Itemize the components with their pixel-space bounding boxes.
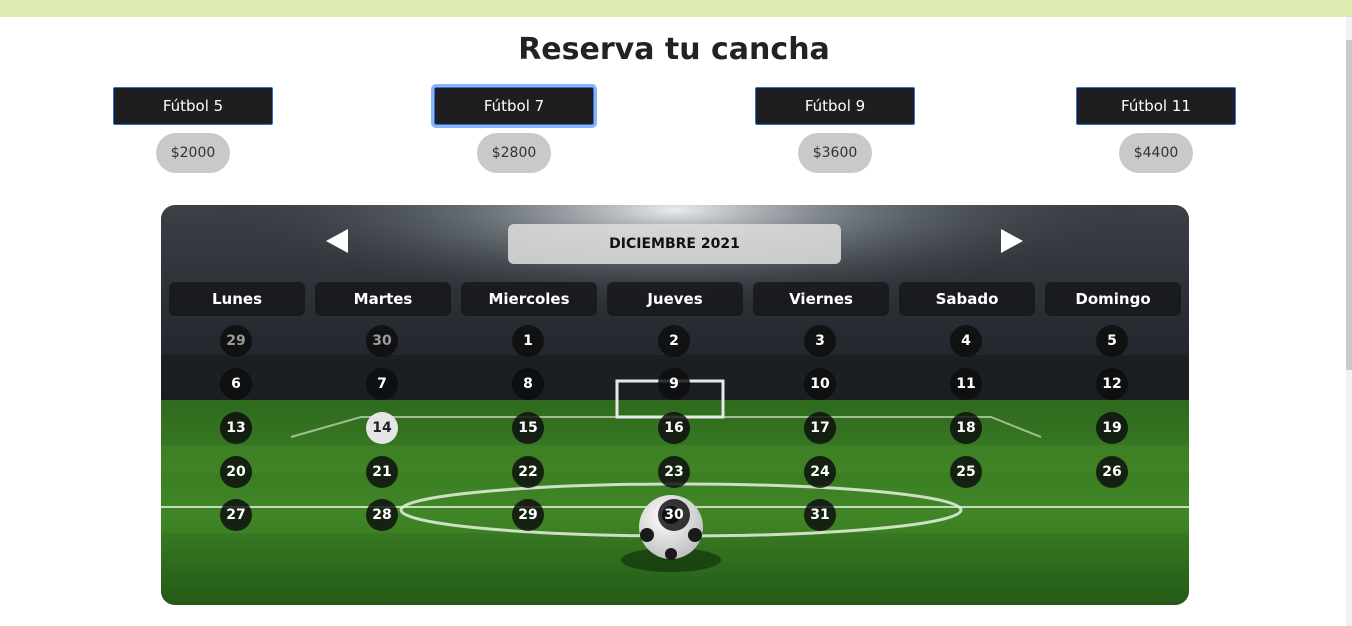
month-label: DICIEMBRE 2021 [508,224,841,264]
calendar-day[interactable]: 5 [1096,325,1128,357]
calendar-panel [161,205,1189,605]
weekday-domingo: Domingo [1045,282,1181,316]
calendar-day[interactable]: 31 [804,499,836,531]
calendar-day[interactable]: 24 [804,456,836,488]
calendar-day[interactable]: 30 [658,499,690,531]
calendar-day[interactable]: 7 [366,368,398,400]
top-bar [0,0,1352,17]
calendar-day[interactable]: 28 [366,499,398,531]
calendar-day[interactable]: 6 [220,368,252,400]
calendar-day[interactable]: 15 [512,412,544,444]
weekday-miercoles: Miercoles [461,282,597,316]
calendar-day[interactable]: 22 [512,456,544,488]
prev-month-icon[interactable] [326,229,348,253]
calendar-day[interactable]: 20 [220,456,252,488]
calendar-day[interactable]: 19 [1096,412,1128,444]
calendar-day-prev-month[interactable]: 29 [220,325,252,357]
soccer-stadium-image [161,205,1189,605]
price-badge-futbol-11: $4400 [1119,133,1193,173]
weekday-viernes: Viernes [753,282,889,316]
page-title: Reserva tu cancha [518,32,830,67]
calendar-day[interactable]: 2 [658,325,690,357]
calendar-day[interactable]: 10 [804,368,836,400]
calendar-day[interactable]: 3 [804,325,836,357]
scrollbar-thumb[interactable] [1346,40,1352,370]
calendar-day[interactable]: 27 [220,499,252,531]
plan-futbol-11: Fútbol 11 $4400 [1076,87,1236,173]
calendar-day[interactable]: 25 [950,456,982,488]
price-badge-futbol-5: $2000 [156,133,230,173]
plan-button-futbol-11[interactable]: Fútbol 11 [1076,87,1236,125]
calendar-day[interactable]: 21 [366,456,398,488]
next-month-icon[interactable] [1001,229,1023,253]
price-badge-futbol-7: $2800 [477,133,551,173]
calendar-day-selected[interactable]: 14 [366,412,398,444]
plan-futbol-5: Fútbol 5 $2000 [113,87,273,173]
price-badge-futbol-9: $3600 [798,133,872,173]
calendar-day[interactable]: 9 [658,368,690,400]
calendar-day[interactable]: 16 [658,412,690,444]
calendar-day[interactable]: 17 [804,412,836,444]
calendar-day[interactable]: 1 [512,325,544,357]
weekday-lunes: Lunes [169,282,305,316]
plan-futbol-9: Fútbol 9 $3600 [755,87,915,173]
weekday-sabado: Sabado [899,282,1035,316]
plan-button-futbol-5[interactable]: Fútbol 5 [113,87,273,125]
calendar-day-prev-month[interactable]: 30 [366,325,398,357]
plan-button-futbol-9[interactable]: Fútbol 9 [755,87,915,125]
calendar-day[interactable]: 18 [950,412,982,444]
weekday-jueves: Jueves [607,282,743,316]
calendar-day[interactable]: 4 [950,325,982,357]
calendar-day[interactable]: 11 [950,368,982,400]
plan-button-futbol-7[interactable]: Fútbol 7 [431,84,597,128]
calendar-day[interactable]: 29 [512,499,544,531]
calendar-day[interactable]: 13 [220,412,252,444]
calendar-day[interactable]: 26 [1096,456,1128,488]
plan-futbol-7: Fútbol 7 $2800 [431,84,597,173]
weekday-martes: Martes [315,282,451,316]
calendar-day[interactable]: 12 [1096,368,1128,400]
calendar-day[interactable]: 8 [512,368,544,400]
calendar-day[interactable]: 23 [658,456,690,488]
